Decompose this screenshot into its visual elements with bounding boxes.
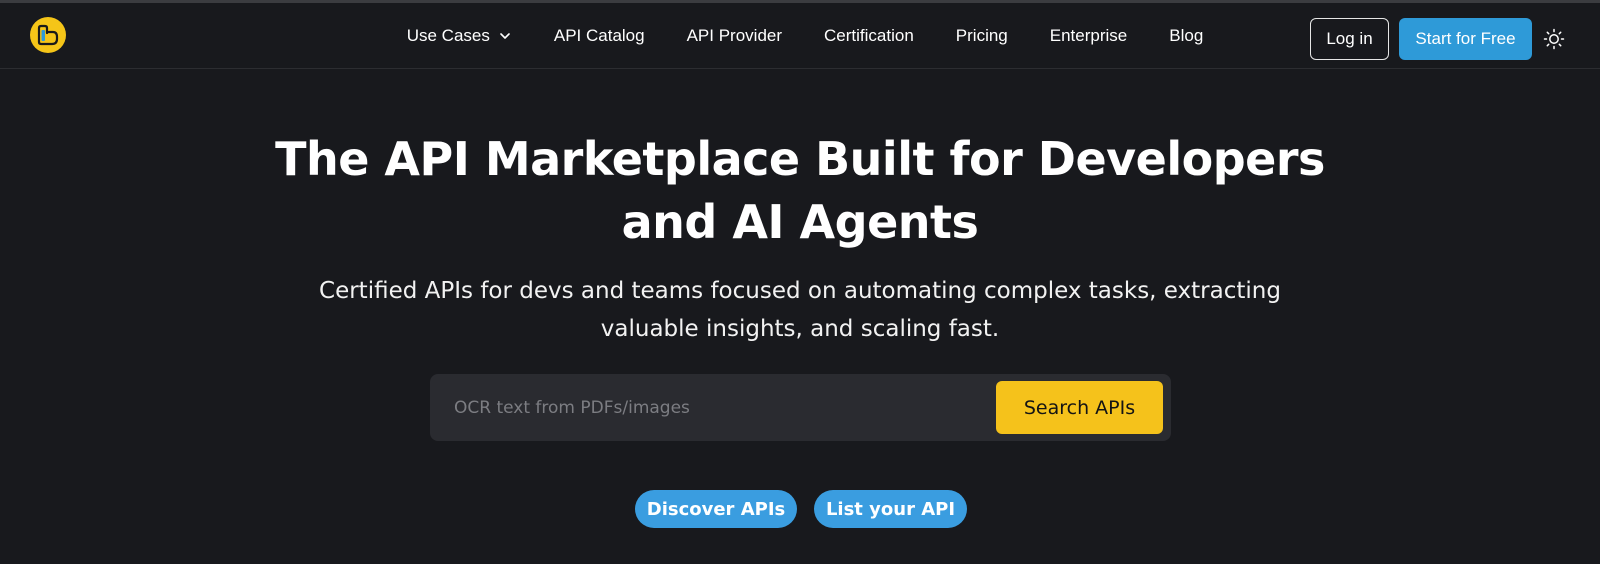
nav-item-label: Blog	[1169, 26, 1204, 45]
hero-subtitle: Certified APIs for devs and teams focuse…	[300, 272, 1300, 348]
discover-apis-button[interactable]: Discover APIs	[635, 490, 797, 528]
hero-title: The API Marketplace Built for Developers…	[200, 128, 1400, 254]
search-input[interactable]	[444, 382, 984, 433]
nav-item-label: Use Cases	[406, 26, 490, 45]
navbar: Use Cases API Catalog API Provider Certi…	[0, 3, 1600, 69]
search-bar: Search APIs	[430, 374, 1171, 441]
sun-glyph	[1543, 28, 1565, 50]
search-apis-button[interactable]: Search APIs	[996, 381, 1163, 434]
hero-title-line-1: The API Marketplace Built for Developers	[275, 132, 1325, 186]
hero-subtitle-line-2: valuable insights, and scaling fast.	[600, 316, 1000, 342]
nav-item-api-catalog[interactable]: API Catalog	[533, 26, 666, 46]
nav-item-label: Enterprise	[1049, 26, 1128, 45]
nav-item-certification[interactable]: Certification	[803, 26, 935, 46]
start-for-free-button[interactable]: Start for Free	[1399, 18, 1532, 60]
logo-icon[interactable]	[30, 17, 66, 53]
sun-icon[interactable]	[1542, 27, 1566, 51]
nav-item-label: Certification	[824, 26, 914, 45]
login-button[interactable]: Log in	[1310, 18, 1389, 60]
hero-title-line-2: and AI Agents	[621, 195, 979, 249]
nav-item-label: API Provider	[686, 26, 783, 45]
nav-item-blog[interactable]: Blog	[1148, 26, 1224, 46]
nav-item-label: Pricing	[955, 26, 1008, 45]
nav-item-pricing[interactable]: Pricing	[935, 26, 1029, 46]
main-nav-inner: Use Cases API Catalog API Provider Certi…	[386, 26, 1225, 46]
hero-subtitle-line-1: Certified APIs for devs and teams focuse…	[319, 278, 1281, 304]
logo-glyph	[37, 24, 59, 46]
list-your-api-button[interactable]: List your API	[814, 490, 967, 528]
nav-item-api-provider[interactable]: API Provider	[666, 26, 803, 46]
nav-item-use-cases[interactable]: Use Cases	[386, 26, 533, 46]
nav-item-label: API Catalog	[553, 26, 645, 45]
nav-item-enterprise[interactable]: Enterprise	[1029, 26, 1148, 46]
chevron-down-icon	[500, 33, 510, 39]
